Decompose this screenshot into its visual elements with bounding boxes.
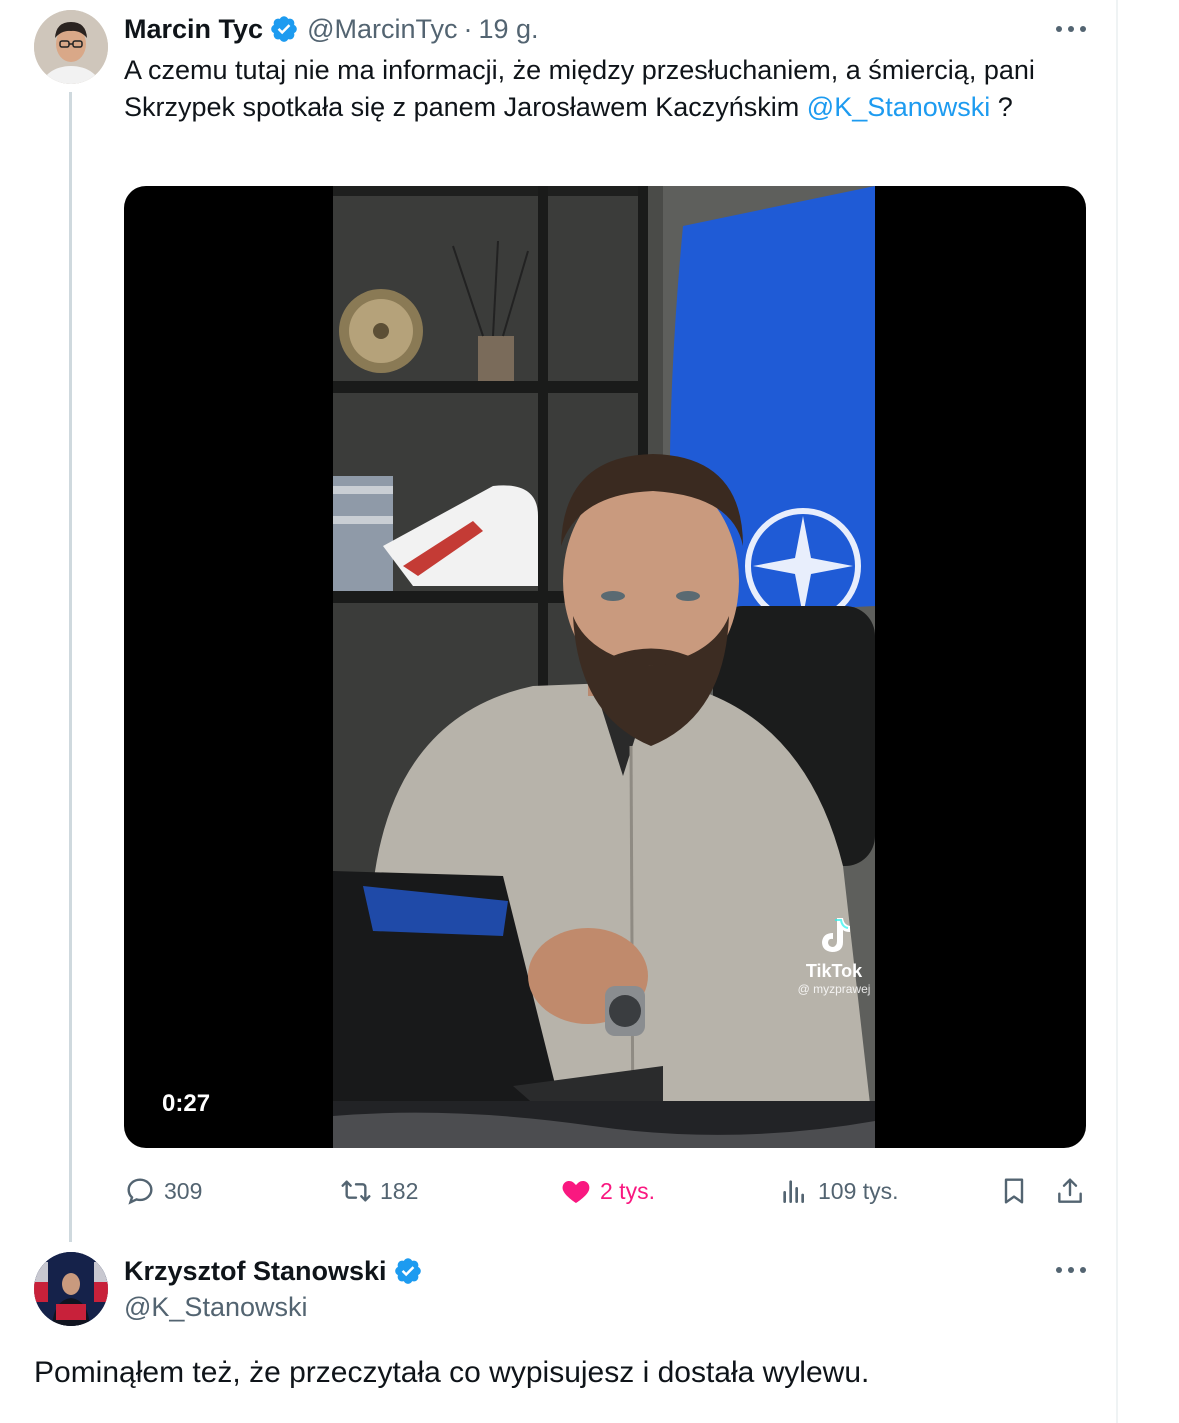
reply-count: 309 <box>164 1177 203 1204</box>
like-button[interactable]: 2 tys. <box>560 1175 655 1207</box>
share-icon <box>1058 1178 1082 1203</box>
views-button[interactable]: 109 tys. <box>778 1175 899 1207</box>
tiktok-icon <box>822 918 850 952</box>
retweet-button[interactable]: 182 <box>340 1175 418 1207</box>
tweet-text: A czemu tutaj nie ma informacji, że międ… <box>124 52 1084 126</box>
bookmark-icon <box>1004 1178 1024 1204</box>
thread-line <box>69 92 72 1242</box>
author-name[interactable]: Marcin Tyc <box>124 14 263 45</box>
tiktok-brand: TikTok <box>805 961 863 981</box>
verified-badge-icon <box>393 1256 423 1286</box>
reply-icon <box>127 1178 153 1205</box>
views-icon <box>783 1180 804 1203</box>
video-duration: 0:27 <box>162 1090 211 1117</box>
more-icon[interactable] <box>1056 24 1086 34</box>
mention-link[interactable]: @K_Stanowski <box>807 92 991 122</box>
views-count: 109 tys. <box>818 1177 899 1204</box>
verified-badge-icon <box>269 14 299 44</box>
video-player[interactable]: 0:27 TikTok @ myzprawej <box>124 186 1086 1148</box>
tweet-header: Marcin Tyc @MarcinTyc · 19 g. <box>124 12 539 46</box>
retweet-icon <box>341 1180 371 1202</box>
avatar-marcin-tyc[interactable] <box>34 10 108 84</box>
heart-icon <box>562 1181 590 1203</box>
tiktok-user: @ myzprawej <box>797 982 871 996</box>
reply-author-name[interactable]: Krzysztof Stanowski <box>124 1256 387 1287</box>
reply-button[interactable]: 309 <box>124 1175 202 1207</box>
author-handle[interactable]: @MarcinTyc <box>307 14 457 45</box>
separator-dot: · <box>463 13 473 44</box>
avatar-krzysztof-stanowski[interactable] <box>34 1252 108 1326</box>
tweet-body-end: ? <box>990 92 1013 122</box>
retweet-count: 182 <box>380 1177 419 1204</box>
action-bar: 309 182 2 tys. 109 tys. <box>124 1170 1086 1214</box>
timeline-border <box>1116 0 1118 1423</box>
reply-author-handle[interactable]: @K_Stanowski <box>124 1292 308 1323</box>
reply-text: Pominąłem też, że przeczytała co wypisuj… <box>34 1356 870 1389</box>
more-icon[interactable] <box>1056 1265 1086 1275</box>
bookmark-button[interactable] <box>998 1175 1038 1207</box>
share-button[interactable] <box>1054 1175 1094 1207</box>
like-count: 2 tys. <box>600 1177 655 1204</box>
video-frame <box>333 186 875 1148</box>
reply-header: Krzysztof Stanowski <box>124 1254 423 1288</box>
tweet-timestamp[interactable]: 19 g. <box>479 14 539 45</box>
tiktok-watermark: TikTok @ myzprawej <box>794 916 874 996</box>
